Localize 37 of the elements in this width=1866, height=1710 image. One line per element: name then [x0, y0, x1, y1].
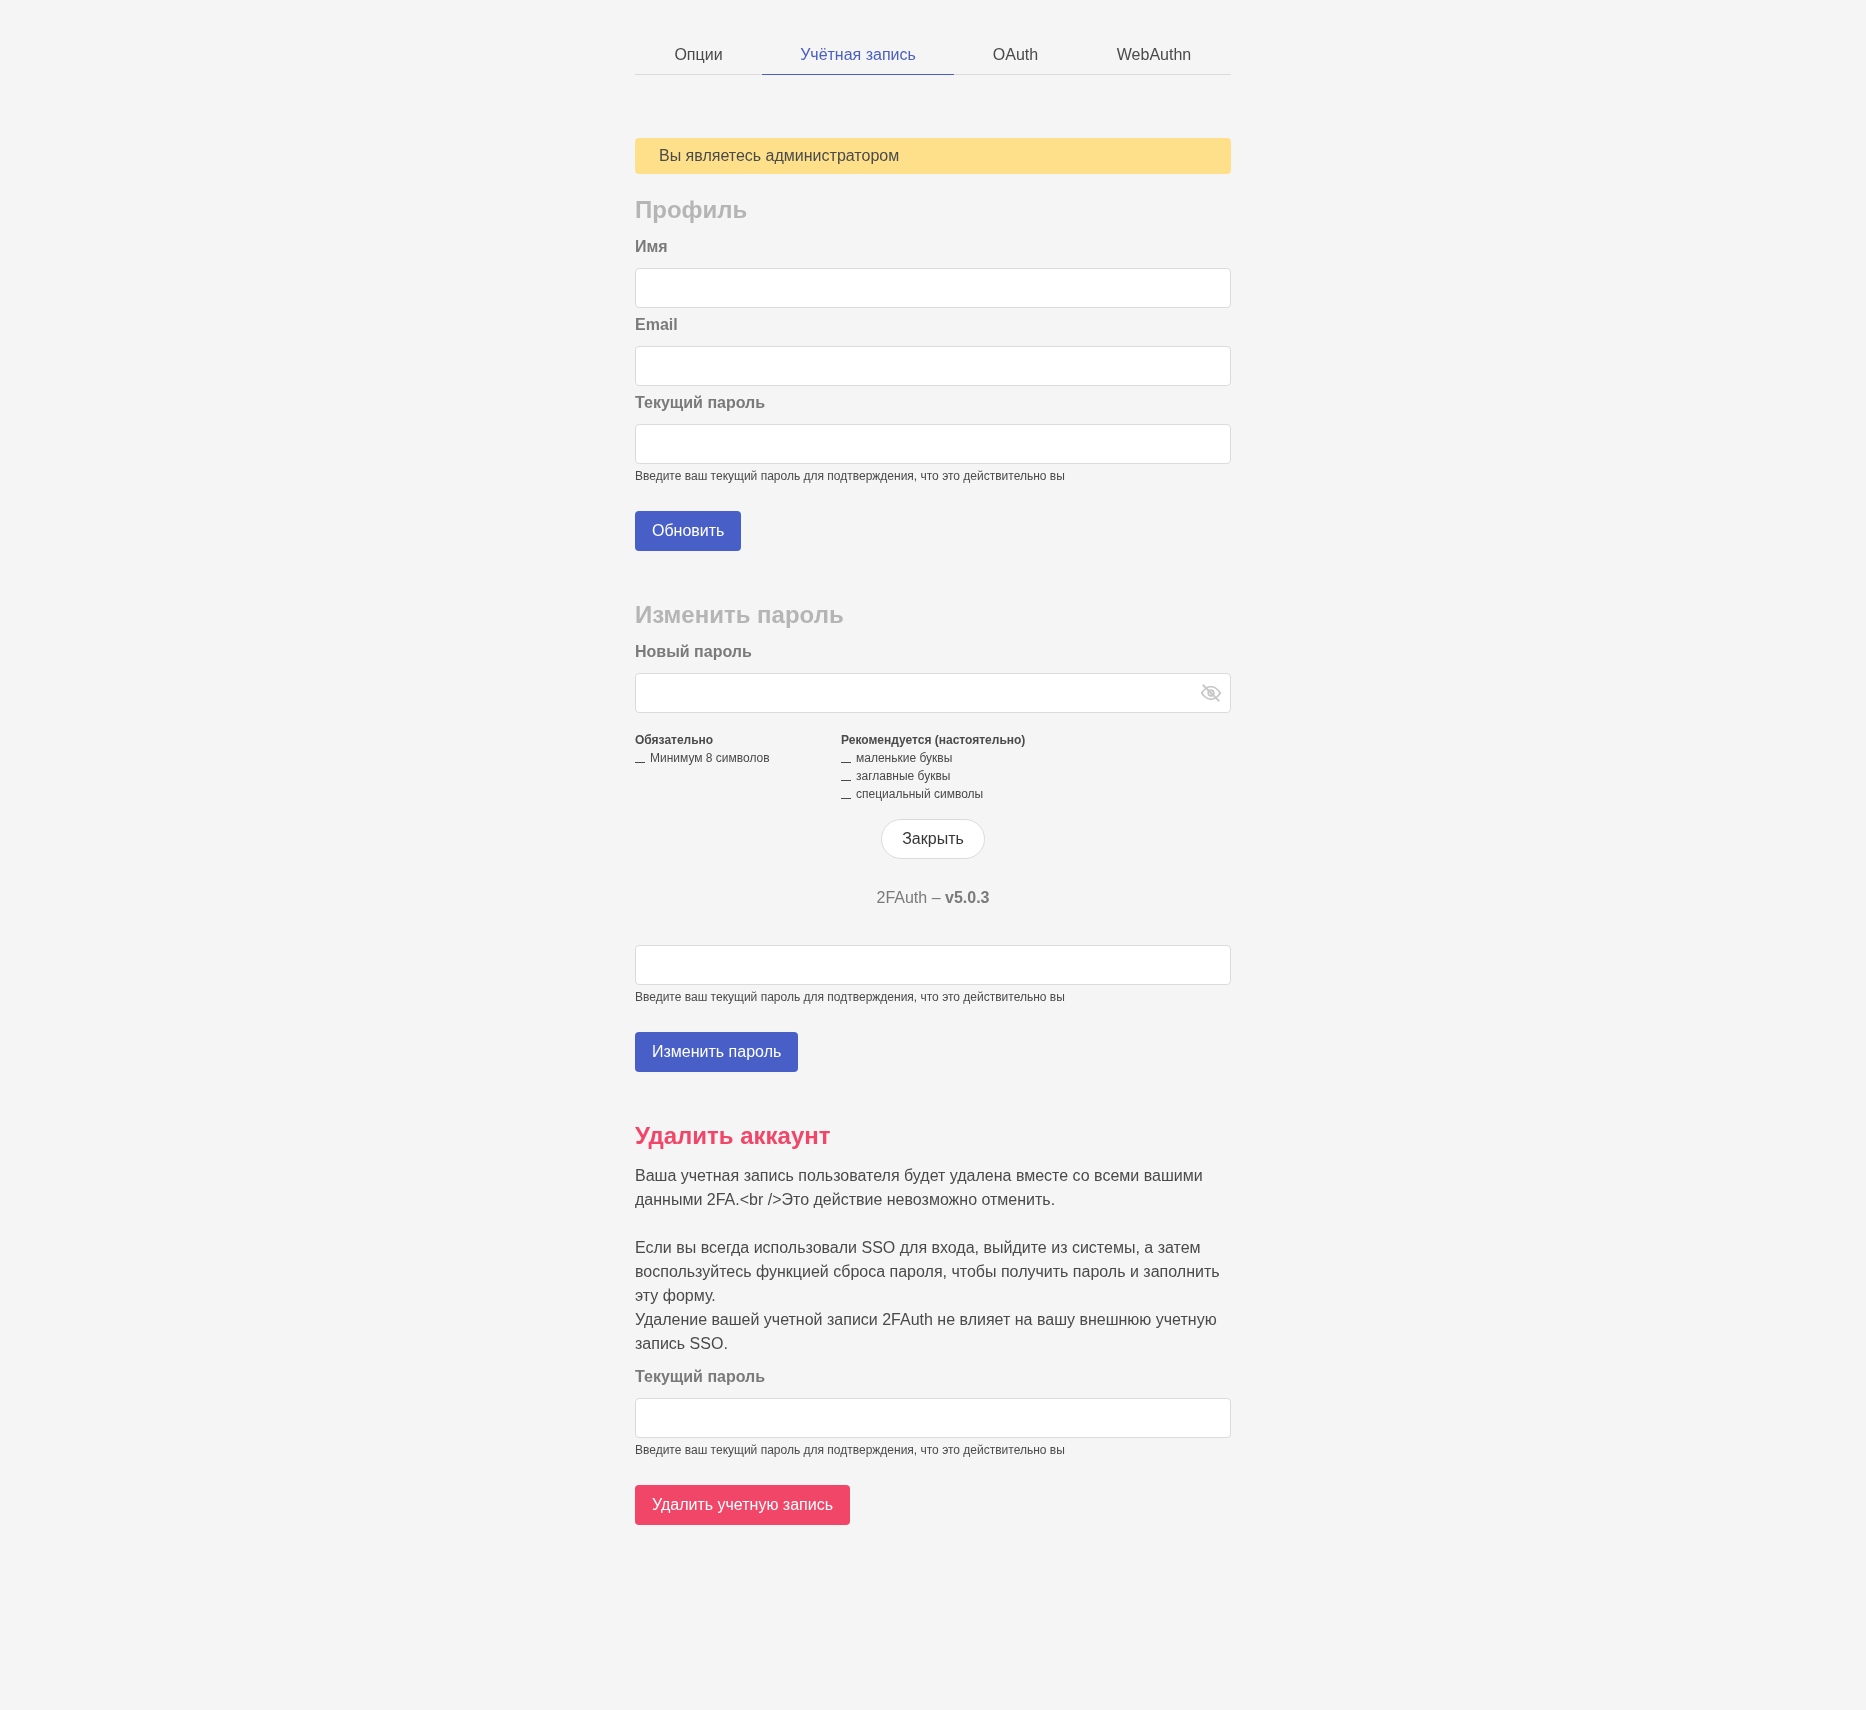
input-field[interactable] [635, 945, 1231, 985]
input-field[interactable] [635, 424, 1231, 464]
paragraph: Ваша учетная запись пользователя будет удалена вместе со всеми вашими данными 2FA.<br />Это действие невозможно отменить. [635, 1166, 1204, 1210]
tab[interactable]: WebAuthn [1077, 40, 1231, 75]
change-password-button[interactable]: Изменить пароль [635, 1032, 799, 1072]
field-label: Новый пароль [635, 643, 753, 661]
rule-text: специальный символы [856, 787, 984, 801]
version-text: 2FAuth – v5.0.3 [876, 889, 990, 907]
section-title: Изменить пароль [635, 601, 844, 629]
rules-heading: Обязательно [635, 733, 715, 747]
input-field[interactable] [635, 673, 1231, 713]
field-label: Имя [635, 238, 669, 256]
tab[interactable]: OAuth [954, 40, 1077, 75]
tab[interactable]: Учётная запись [762, 40, 954, 75]
rule-text: маленькие буквы [856, 751, 953, 765]
input-field[interactable] [635, 1398, 1231, 1438]
field-hint: Введите ваш текущий пароль для подтверждения, что это действительно вы [635, 990, 1066, 1004]
section-title: Профиль [635, 196, 748, 224]
rule-text: заглавные буквы [856, 769, 951, 783]
field-hint: Введите ваш текущий пароль для подтверждения, что это действительно вы [635, 469, 1066, 483]
close-button[interactable]: Закрыть [881, 819, 985, 859]
field-hint: Введите ваш текущий пароль для подтверждения, что это действительно вы [635, 1443, 1066, 1457]
section-title: Удалить аккаунт [635, 1122, 831, 1150]
delete-account-button[interactable]: Удалить учетную запись [635, 1485, 850, 1525]
update-button[interactable]: Обновить [635, 511, 742, 551]
input-field[interactable] [635, 268, 1231, 308]
admin-notice: Вы являетесь администратором [635, 138, 1231, 174]
tab[interactable]: Опции [635, 40, 762, 75]
rules-heading: Рекомендуется (настоятельно) [841, 733, 1027, 747]
field-label: Email [635, 316, 679, 334]
paragraph: Удаление вашей учетной записи 2FAuth не влияет на вашу внешнюю учетную запись SSO. [635, 1310, 1218, 1354]
field-label: Текущий пароль [635, 1368, 767, 1386]
field-label: Текущий пароль [635, 394, 767, 412]
rule-text: Минимум 8 символов [650, 751, 770, 765]
input-field[interactable] [635, 346, 1231, 386]
eye-slash-icon[interactable] [1200, 682, 1222, 704]
paragraph: Если вы всегда использовали SSO для входа, выйдите из системы, а затем воспользуйтесь функцией сброса пароля, чтобы получить пароль и заполнить эту форму. [635, 1238, 1221, 1306]
